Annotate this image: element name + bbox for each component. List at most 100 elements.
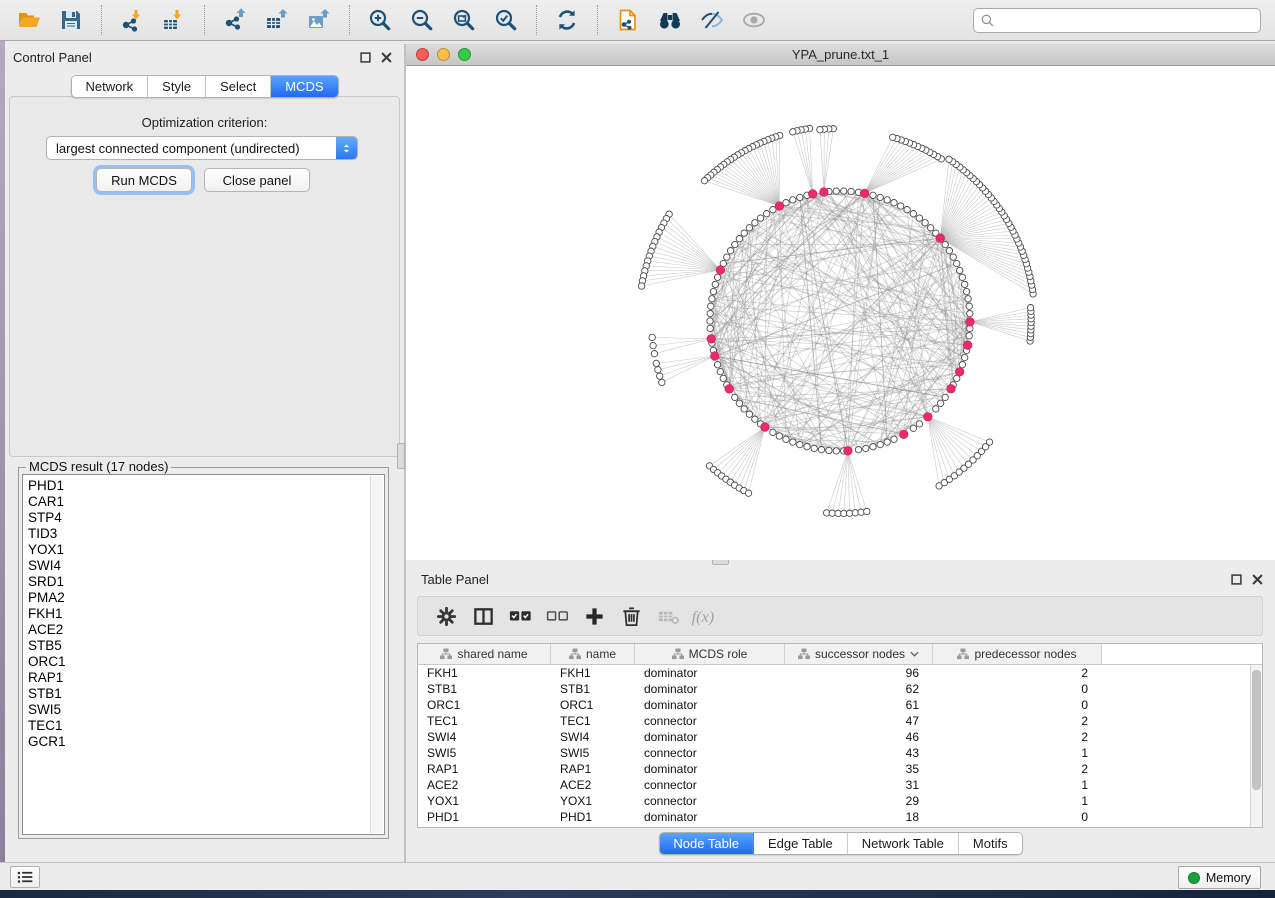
table-cell: 0 (933, 810, 1102, 824)
add-row-button[interactable] (576, 600, 613, 632)
mcds-result-item[interactable]: TID3 (28, 526, 384, 542)
mcds-result-item[interactable]: FKH1 (28, 606, 384, 622)
zoom-out-button[interactable] (405, 5, 439, 35)
eye-hidden-button[interactable] (695, 5, 729, 35)
close-panel-button[interactable] (381, 52, 392, 63)
table-cell: connector (635, 794, 785, 808)
table-row[interactable]: RAP1RAP1dominator352 (418, 761, 1262, 777)
table-cell: STB1 (418, 682, 551, 696)
tab-select[interactable]: Select (206, 76, 271, 97)
mcds-result-item[interactable]: ACE2 (28, 622, 384, 638)
show-panels-button[interactable] (10, 866, 40, 888)
tab-network[interactable]: Network (71, 76, 148, 97)
float-table-panel-button[interactable] (1231, 574, 1242, 585)
save-session-button[interactable] (54, 5, 88, 35)
export-network-button[interactable] (218, 5, 252, 35)
table-settings-button[interactable] (428, 600, 465, 632)
refresh-network-button[interactable] (550, 5, 584, 35)
table-cell: ACE2 (418, 778, 551, 792)
result-list-scrollbar[interactable] (370, 476, 383, 833)
zoom-out-icon (410, 8, 434, 32)
search-input[interactable] (999, 13, 1254, 28)
tab-style[interactable]: Style (148, 76, 206, 97)
attribute-type-icon (798, 648, 810, 660)
import-table-button[interactable] (157, 5, 191, 35)
table-cell: dominator (635, 762, 785, 776)
table-cell: ACE2 (551, 778, 635, 792)
mcds-result-item[interactable]: YOX1 (28, 542, 384, 558)
tab-edge-table[interactable]: Edge Table (754, 833, 848, 854)
network-window-title: YPA_prune.txt_1 (792, 47, 889, 62)
tab-network-table[interactable]: Network Table (848, 833, 959, 854)
column-header-predecessor-nodes[interactable]: predecessor nodes (933, 644, 1102, 664)
table-row[interactable]: STB1STB1dominator620 (418, 681, 1262, 697)
close-window-button[interactable] (416, 48, 429, 61)
column-header-name[interactable]: name (551, 644, 635, 664)
zoom-in-button[interactable] (363, 5, 397, 35)
select-all-button[interactable] (502, 600, 539, 632)
table-row[interactable]: ACE2ACE2connector311 (418, 777, 1262, 793)
column-header-shared-name[interactable]: shared name (418, 644, 551, 664)
mcds-result-item[interactable]: PHD1 (28, 478, 384, 494)
criterion-select[interactable]: largest connected component (undirected) (46, 136, 358, 160)
tab-node-table[interactable]: Node Table (659, 833, 754, 854)
mcds-result-item[interactable]: STB5 (28, 638, 384, 654)
mcds-result-item[interactable]: CAR1 (28, 494, 384, 510)
network-graph[interactable] (406, 66, 1275, 560)
run-mcds-button[interactable]: Run MCDS (96, 168, 192, 192)
mcds-result-item[interactable]: PMA2 (28, 590, 384, 606)
mcds-result-item[interactable]: GCR1 (28, 734, 384, 750)
tab-motifs[interactable]: Motifs (959, 833, 1022, 854)
zoom-fit-button[interactable] (447, 5, 481, 35)
table-row[interactable]: FKH1FKH1dominator962 (418, 665, 1262, 681)
refresh-network-icon (555, 8, 579, 32)
tab-mcds[interactable]: MCDS (271, 76, 337, 97)
mcds-result-item[interactable]: SWI5 (28, 702, 384, 718)
node-table: shared namenameMCDS rolesuccessor nodesp… (417, 643, 1263, 828)
table-header-filler (1102, 644, 1262, 664)
zoom-selected-button[interactable] (489, 5, 523, 35)
eye-button[interactable] (737, 5, 771, 35)
control-panel-titlebar: Control Panel (5, 44, 404, 70)
mcds-result-item[interactable]: STP4 (28, 510, 384, 526)
table-cell: dominator (635, 682, 785, 696)
minimize-window-button[interactable] (437, 48, 450, 61)
deselect-all-button[interactable] (539, 600, 576, 632)
table-row[interactable]: PHD1PHD1dominator180 (418, 809, 1262, 825)
mcds-result-item[interactable]: SRD1 (28, 574, 384, 590)
table-scrollbar[interactable] (1250, 665, 1262, 827)
mcds-result-item[interactable]: SWI4 (28, 558, 384, 574)
table-scrollbar-thumb[interactable] (1252, 670, 1261, 790)
table-row[interactable]: YOX1YOX1connector291 (418, 793, 1262, 809)
close-panel-button-2[interactable]: Close panel (204, 168, 310, 192)
table-row[interactable]: TEC1TEC1connector472 (418, 713, 1262, 729)
delete-row-button[interactable] (613, 600, 650, 632)
table-row[interactable]: ORC1ORC1dominator610 (418, 697, 1262, 713)
open-folder-button[interactable] (12, 5, 46, 35)
select-all-icon (509, 605, 532, 628)
float-panel-button[interactable] (360, 52, 371, 63)
column-header-mcds-role[interactable]: MCDS role (635, 644, 785, 664)
network-canvas[interactable] (406, 66, 1275, 560)
function-builder-button[interactable]: f(x) (687, 600, 724, 632)
vertical-splitter-handle[interactable] (397, 443, 405, 469)
import-network-button[interactable] (115, 5, 149, 35)
binoculars-button[interactable] (653, 5, 687, 35)
column-header-successor-nodes[interactable]: successor nodes (785, 644, 933, 664)
column-view-button[interactable] (465, 600, 502, 632)
maximize-window-button[interactable] (458, 48, 471, 61)
export-table-button[interactable] (260, 5, 294, 35)
memory-button[interactable]: Memory (1178, 866, 1261, 889)
mcds-result-item[interactable]: ORC1 (28, 654, 384, 670)
table-row[interactable]: SWI4SWI4dominator462 (418, 729, 1262, 745)
export-image-button[interactable] (302, 5, 336, 35)
network-from-document-button[interactable] (611, 5, 645, 35)
close-table-panel-button[interactable] (1252, 574, 1263, 585)
mcds-result-item[interactable]: RAP1 (28, 670, 384, 686)
mcds-result-item[interactable]: TEC1 (28, 718, 384, 734)
mcds-result-item[interactable]: STB1 (28, 686, 384, 702)
destroy-table-button[interactable] (650, 600, 687, 632)
table-row[interactable]: SWI5SWI5connector431 (418, 745, 1262, 761)
svg-text:f(x): f(x) (691, 607, 714, 626)
table-panel-titlebar: Table Panel (406, 566, 1275, 592)
